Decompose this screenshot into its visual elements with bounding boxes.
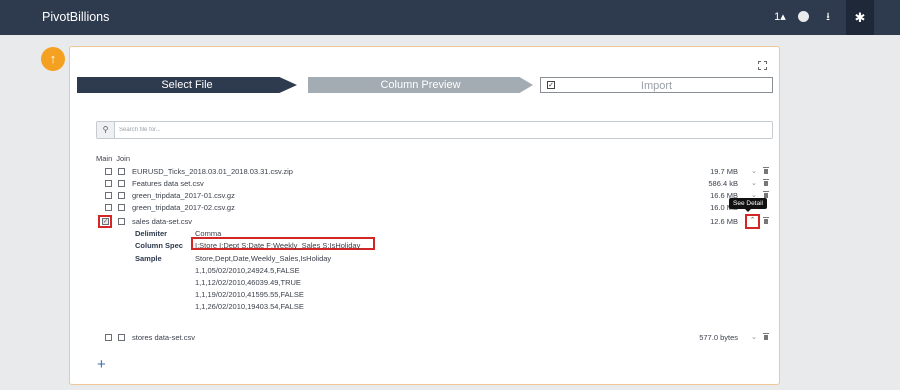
- see-detail-tooltip: See Detail: [729, 198, 767, 212]
- sample-line: Store,Dept,Date,Weekly_Sales,IsHoliday: [195, 254, 332, 263]
- trash-icon[interactable]: [763, 217, 769, 224]
- search-input[interactable]: [119, 124, 759, 136]
- file-row-selected[interactable]: sales data-set.csv 12.6 MB: [105, 216, 770, 227]
- chevron-down-icon[interactable]: ⌄: [751, 332, 757, 343]
- file-name[interactable]: EURUSD_Ticks_2018.03.01_2018.03.31.csv.z…: [132, 166, 293, 177]
- join-checkbox[interactable]: [118, 192, 125, 199]
- file-select-panel: Select File Column Preview ✓ Import ⚲ Ma…: [69, 46, 780, 385]
- sample-label: Sample: [135, 254, 162, 263]
- sample-line: 1,1,12/02/2010,46039.49,TRUE: [195, 278, 301, 287]
- column-spec-value[interactable]: I:Store I:Dept S:Date F:Weekly_Sales S:I…: [195, 241, 360, 250]
- status-circle-icon[interactable]: [798, 11, 809, 22]
- sample-line: 1,1,05/02/2010,24924.5,FALSE: [195, 266, 300, 275]
- add-file-button[interactable]: +: [97, 357, 106, 372]
- file-row[interactable]: green_tripdata_2017-01.csv.gz 16.6 MB ⌄: [105, 190, 770, 201]
- chevron-down-icon[interactable]: ⌄: [751, 178, 757, 189]
- file-name[interactable]: stores data-set.csv: [132, 332, 195, 343]
- file-name[interactable]: sales data-set.csv: [132, 216, 192, 227]
- delimiter-label: Delimiter: [135, 229, 168, 238]
- step-import[interactable]: ✓ Import: [540, 77, 773, 93]
- chevron-up-icon[interactable]: ⌃: [745, 214, 760, 229]
- user-icon[interactable]: 1▴: [770, 8, 790, 26]
- app-title[interactable]: PivotBillions: [42, 10, 109, 24]
- main-checkbox[interactable]: [105, 192, 112, 199]
- search-icon[interactable]: ⚲: [97, 122, 115, 138]
- sample-line: 1,1,19/02/2010,41595.55,FALSE: [195, 290, 304, 299]
- file-search: ⚲: [96, 121, 773, 139]
- top-navbar: PivotBillions 1▴ ⭳ ✱: [0, 0, 900, 35]
- join-checkbox[interactable]: [118, 180, 125, 187]
- file-size: 12.6 MB: [710, 217, 738, 226]
- main-checkbox-checked[interactable]: ✓: [102, 218, 109, 225]
- chevron-down-icon[interactable]: ⌄: [751, 166, 757, 177]
- sample-line: 1,1,26/02/2010,19403.54,FALSE: [195, 302, 304, 311]
- join-checkbox[interactable]: [118, 218, 125, 225]
- download-icon[interactable]: ⭳: [820, 8, 836, 26]
- file-row[interactable]: Features data set.csv 586.4 kB ⌄: [105, 178, 770, 189]
- file-name[interactable]: green_tripdata_2017-01.csv.gz: [132, 190, 235, 201]
- step-import-label: Import: [640, 80, 673, 92]
- step-column-preview[interactable]: Column Preview: [308, 77, 533, 93]
- step-select-file[interactable]: Select File: [77, 77, 297, 93]
- expand-icon[interactable]: [758, 61, 767, 70]
- column-spec-label: Column Spec: [135, 241, 183, 250]
- join-checkbox[interactable]: [118, 204, 125, 211]
- main-checkbox-highlight: ✓: [98, 215, 112, 228]
- file-name[interactable]: green_tripdata_2017-02.csv.gz: [132, 202, 235, 213]
- main-checkbox[interactable]: [105, 204, 112, 211]
- main-checkbox[interactable]: [105, 180, 112, 187]
- import-checkbox-icon[interactable]: ✓: [547, 81, 555, 89]
- file-row[interactable]: stores data-set.csv 577.0 bytes ⌄: [105, 332, 770, 343]
- trash-icon[interactable]: [763, 179, 769, 186]
- file-name[interactable]: Features data set.csv: [132, 178, 204, 189]
- file-size: 577.0 bytes: [699, 333, 738, 342]
- file-row[interactable]: EURUSD_Ticks_2018.03.01_2018.03.31.csv.z…: [105, 166, 770, 177]
- column-headers: Main Join: [96, 154, 134, 163]
- join-column-header: Join: [116, 154, 131, 163]
- gear-icon[interactable]: ✱: [846, 0, 874, 35]
- trash-icon[interactable]: [763, 167, 769, 174]
- main-checkbox[interactable]: [105, 334, 112, 341]
- upload-button[interactable]: ↑: [41, 47, 65, 71]
- file-size: 586.4 kB: [708, 179, 738, 188]
- file-size: 19.7 MB: [710, 167, 738, 176]
- file-row[interactable]: green_tripdata_2017-02.csv.gz 16.0 MB: [105, 202, 770, 213]
- join-checkbox[interactable]: [118, 168, 125, 175]
- trash-icon[interactable]: [763, 333, 769, 340]
- main-checkbox[interactable]: [105, 168, 112, 175]
- main-column-header: Main: [96, 154, 113, 163]
- user-count: 1: [774, 11, 781, 23]
- join-checkbox[interactable]: [118, 334, 125, 341]
